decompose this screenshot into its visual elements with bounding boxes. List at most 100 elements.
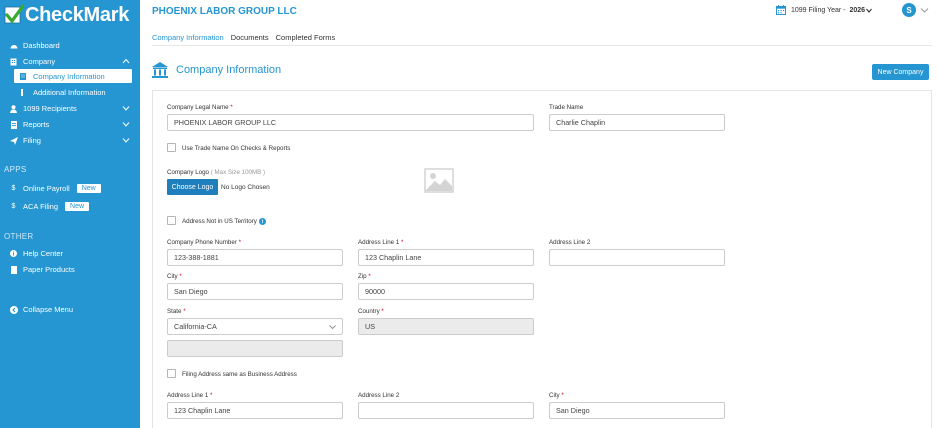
- company-name-header: PHOENIX LABOR GROUP LLC: [152, 6, 297, 17]
- sidebar-item-online-payroll[interactable]: $ Online Payroll New: [0, 181, 140, 196]
- legal-name-label: Company Legal Name *: [167, 104, 233, 111]
- dollar-icon: $: [11, 203, 16, 210]
- sidebar-item-label: Paper Products: [23, 265, 75, 274]
- new-badge: New: [76, 184, 101, 193]
- zip-label: Zip *: [358, 273, 371, 280]
- filing-address-line2-label: Address Line 2: [358, 392, 400, 399]
- sidebar: CheckMark Dashboard Company Company Info…: [0, 0, 140, 428]
- sidebar-item-label: 1099 Recipients: [23, 104, 77, 113]
- sidebar-item-label: Company: [23, 57, 56, 66]
- address-not-us-checkbox[interactable]: [167, 216, 176, 225]
- sidebar-item-company[interactable]: Company: [0, 54, 140, 69]
- tab-company-information[interactable]: Company Information: [152, 30, 224, 46]
- document-icon: [9, 265, 18, 274]
- address-line2-label: Address Line 2: [549, 239, 591, 246]
- tab-bar: Company Information Documents Completed …: [152, 30, 342, 46]
- sidebar-subitem-label: Additional Information: [33, 87, 106, 97]
- chevron-down-icon: [329, 325, 336, 330]
- sidebar-item-label: Filing: [23, 136, 41, 145]
- tab-divider: [152, 45, 932, 46]
- sidebar-item-label: Help Center: [23, 249, 64, 258]
- sidebar-subitem-company-information[interactable]: Company Information: [14, 69, 132, 83]
- trade-name-input[interactable]: Charlie Chaplin: [549, 114, 725, 131]
- dollar-icon: $: [11, 185, 16, 192]
- filing-year-value: 2026: [849, 6, 866, 14]
- sidebar-item-1099-recipients[interactable]: 1099 Recipients: [0, 101, 140, 116]
- filing-city-label: City *: [549, 392, 564, 399]
- filing-year-selector[interactable]: 1099 Filing Year - 2026: [776, 3, 872, 17]
- city-input[interactable]: San Diego: [167, 283, 343, 300]
- building-small-icon: [20, 72, 28, 80]
- use-trade-name-label: Use Trade Name On Checks & Reports: [182, 145, 291, 152]
- chevron-up-icon: [122, 58, 130, 64]
- info-circle-icon: [9, 249, 18, 258]
- sidebar-item-label: Online Payroll: [23, 184, 70, 193]
- sidebar-item-reports[interactable]: Reports: [0, 117, 140, 132]
- page-title: Company Information: [176, 64, 282, 76]
- sidebar-subitem-label: Company Information: [33, 71, 105, 81]
- sidebar-item-help-center[interactable]: Help Center: [0, 246, 140, 261]
- chevron-down-icon[interactable]: [920, 6, 929, 14]
- filing-year-label: 1099 Filing Year -: [791, 6, 846, 14]
- company-logo-label: Company Logo ( Max Size 100MB ): [167, 169, 266, 176]
- country-input: US: [358, 318, 534, 335]
- country-label: Country *: [358, 308, 384, 315]
- caret-down-icon: [866, 8, 872, 13]
- address-line1-input[interactable]: 123 Chaplin Lane: [358, 249, 534, 266]
- apps-section-title: APPS: [4, 165, 27, 174]
- chevron-down-icon: [122, 122, 130, 127]
- sidebar-item-filing[interactable]: Filing: [0, 133, 140, 148]
- filing-same-label: Filing Address same as Business Address: [182, 371, 297, 378]
- phone-label: Company Phone Number *: [167, 239, 241, 246]
- image-placeholder-icon: [424, 168, 454, 193]
- trade-name-label: Trade Name: [549, 104, 584, 111]
- building-icon: [9, 57, 18, 66]
- sidebar-item-label: Dashboard: [23, 41, 60, 50]
- sidebar-subitem-additional-information[interactable]: Additional Information: [14, 85, 132, 99]
- tab-completed-forms[interactable]: Completed Forms: [276, 30, 336, 46]
- zip-input[interactable]: 90000: [358, 283, 534, 300]
- city-label: City *: [167, 273, 182, 280]
- address-line1-label: Address Line 1 *: [358, 239, 404, 246]
- sidebar-item-label: ACA Filing: [23, 202, 59, 211]
- collapse-menu-label: Collapse Menu: [23, 305, 74, 314]
- chevron-down-icon: [122, 106, 130, 111]
- use-trade-name-checkbox[interactable]: [167, 143, 176, 152]
- address-line2-input[interactable]: [549, 249, 725, 266]
- state-label: State *: [167, 308, 186, 315]
- user-avatar[interactable]: S: [902, 3, 916, 17]
- chevron-down-icon: [122, 138, 130, 143]
- filing-city-input[interactable]: San Diego: [549, 402, 725, 419]
- state-select[interactable]: California-CA: [167, 318, 343, 335]
- checkmark-logo-icon: [4, 4, 24, 24]
- filing-address-line1-input[interactable]: 123 Chaplin Lane: [167, 402, 343, 419]
- address-not-us-label: Address Not in US Territory: [182, 218, 257, 225]
- sidebar-item-aca-filing[interactable]: $ ACA Filing New: [0, 199, 140, 214]
- collapse-menu-button[interactable]: Collapse Menu: [0, 302, 140, 317]
- info-icon[interactable]: i: [259, 218, 266, 225]
- send-icon: [9, 136, 18, 145]
- extra-disabled-field: [167, 340, 343, 357]
- brand-name: CheckMark: [25, 3, 130, 26]
- logo-status-text: No Logo Chosen: [221, 184, 270, 191]
- sidebar-item-dashboard[interactable]: Dashboard: [0, 38, 140, 53]
- sidebar-item-label: Reports: [23, 120, 50, 129]
- report-icon: [9, 120, 18, 129]
- state-select-value: California-CA: [174, 322, 217, 331]
- other-section-title: OTHER: [4, 232, 34, 241]
- info-bar-icon: [20, 88, 28, 96]
- bank-building-icon: [152, 62, 168, 78]
- choose-logo-button[interactable]: Choose Logo: [167, 179, 218, 195]
- sidebar-item-paper-products[interactable]: Paper Products: [0, 262, 140, 277]
- tab-documents[interactable]: Documents: [231, 30, 269, 46]
- filing-same-checkbox[interactable]: [167, 369, 176, 378]
- filing-address-line1-label: Address Line 1 *: [167, 392, 213, 399]
- phone-input[interactable]: 123-388-1881: [167, 249, 343, 266]
- brand-logo[interactable]: CheckMark: [4, 2, 129, 28]
- new-badge: New: [65, 202, 90, 211]
- collapse-arrow-icon: [9, 305, 18, 314]
- calendar-icon: [776, 5, 786, 15]
- filing-address-line2-input[interactable]: [358, 402, 534, 419]
- new-company-button[interactable]: New Company: [872, 64, 929, 80]
- legal-name-input[interactable]: PHOENIX LABOR GROUP LLC: [167, 114, 534, 131]
